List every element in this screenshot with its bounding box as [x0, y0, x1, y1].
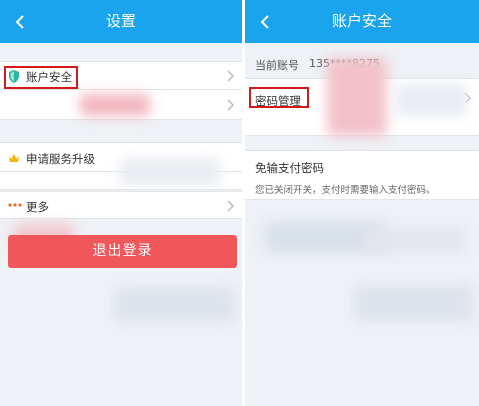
highlight-box: [249, 87, 309, 108]
more-dots-icon: [8, 203, 22, 207]
crown-icon: [9, 154, 19, 162]
settings-item-label: 申请服务升级: [26, 152, 95, 166]
blurred-content: [120, 158, 220, 186]
settings-item-label: 更多: [26, 200, 49, 214]
chevron-right-icon: [227, 99, 235, 111]
account-security-screen: 账户安全 当前账号 135****8275 密码管理 免输支付密码 您已关闭开关…: [245, 0, 479, 406]
settings-screen: 设置 账户安全 申请服务升级 更多 退出登录: [0, 0, 242, 406]
highlight-box: [4, 66, 78, 89]
settings-titlebar: 设置: [0, 0, 242, 43]
blurred-content: [365, 228, 465, 252]
blurred-content: [395, 84, 467, 116]
page-title: 账户安全: [331, 12, 392, 30]
settings-item-blurred: [0, 158, 242, 190]
blurred-content: [355, 285, 473, 321]
no-password-payment-title: 免输支付密码: [255, 161, 324, 175]
current-account-label: 当前账号: [255, 59, 299, 72]
settings-item-more[interactable]: 更多: [0, 191, 242, 219]
blurred-content: [115, 288, 235, 322]
blurred-content: [80, 94, 150, 116]
logout-button[interactable]: 退出登录: [8, 235, 237, 268]
chevron-right-icon: [227, 200, 235, 212]
settings-item-blurred[interactable]: [0, 90, 242, 120]
chevron-right-icon: [227, 70, 235, 82]
blurred-content: [327, 58, 387, 136]
account-security-titlebar: 账户安全: [245, 0, 479, 43]
no-password-payment-desc: 您已关闭开关，支付时需要输入支付密码。: [255, 185, 436, 196]
no-password-payment-row[interactable]: 免输支付密码 您已关闭开关，支付时需要输入支付密码。: [245, 150, 479, 200]
page-title: 设置: [105, 12, 136, 30]
